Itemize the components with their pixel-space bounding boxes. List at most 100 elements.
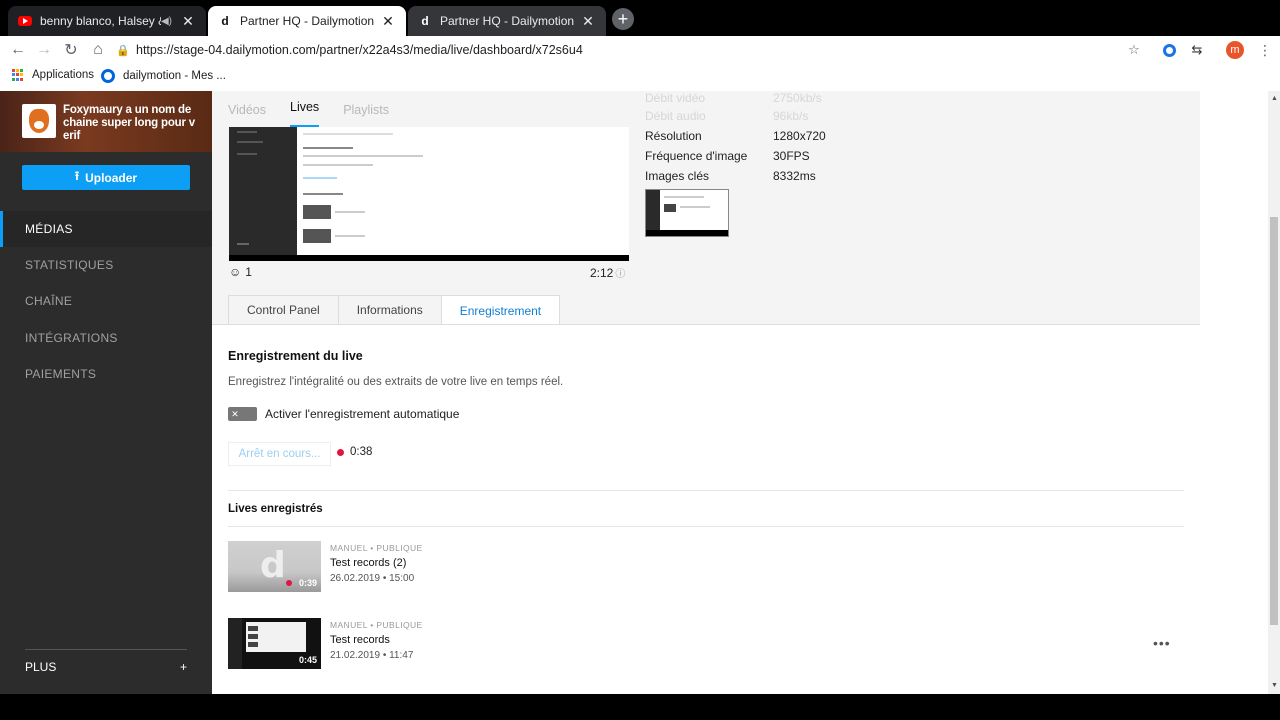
subtab-lives[interactable]: Lives [290, 91, 320, 127]
tab-title: Partner HQ - Dailymotion [240, 14, 375, 28]
recorded-date: 26.02.2019 • 15:00 [330, 573, 415, 584]
back-icon[interactable]: ← [8, 40, 28, 60]
keyframe-thumbnail [645, 189, 729, 237]
close-tab-icon[interactable]: ✕ [180, 13, 196, 30]
subtab-playlists[interactable]: Playlists [343, 91, 389, 127]
extension-arrow-icon[interactable]: ⇆ [1188, 41, 1206, 59]
close-tab-icon[interactable]: ✕ [380, 13, 396, 30]
profile-avatar[interactable]: m [1226, 41, 1244, 59]
spec-label: Débit vidéo [645, 91, 706, 105]
sidebar-item-label: STATISTIQUES [25, 258, 114, 272]
spec-value: 2750kb/s [773, 91, 822, 105]
browser-tab-partner-active[interactable]: d Partner HQ - Dailymotion ✕ [208, 6, 406, 36]
sidebar-plus[interactable]: PLUS + [25, 649, 187, 674]
upload-label: Uploader [85, 170, 138, 185]
preview-sidebar [229, 127, 297, 255]
auto-record-toggle[interactable]: ✕ [228, 407, 257, 421]
tab-informations[interactable]: Informations [337, 295, 442, 324]
bookmark-label: Applications [32, 69, 95, 81]
star-icon[interactable]: ☆ [1125, 41, 1143, 59]
help-icon[interactable]: ⓘ [615, 269, 625, 280]
channel-avatar[interactable] [22, 104, 56, 138]
thumbnail-duration: 0:39 [298, 578, 317, 588]
sidebar-item-paiements[interactable]: PAIEMENTS [0, 356, 212, 392]
tab-control-panel[interactable]: Control Panel [228, 295, 339, 324]
fox-avatar-icon [29, 109, 49, 133]
divider [228, 526, 1184, 527]
divider [228, 490, 1184, 491]
recording-description: Enregistrez l'intégralité ou des extrait… [228, 376, 564, 388]
browser-tab-youtube[interactable]: benny blanco, Halsey & Khal ◀) ✕ [8, 6, 206, 36]
list-item[interactable]: d 0:39 MANUEL • PUBLIQUE Test records (2… [228, 541, 1184, 593]
extension-circle-icon[interactable] [1160, 41, 1178, 59]
bookmark-applications[interactable]: Applications [12, 69, 94, 81]
close-tab-icon[interactable]: ✕ [580, 13, 596, 30]
scroll-up-icon[interactable]: ▲ [1271, 95, 1278, 102]
recorded-title[interactable]: Test records (2) [330, 557, 406, 569]
viewer-count: ☺ 1 [229, 265, 252, 279]
spec-label: Images clés [645, 169, 710, 183]
sidebar: Foxymaury a un nom de chaine super long … [0, 91, 212, 694]
recorded-thumbnail[interactable]: d 0:39 [228, 541, 321, 592]
bookmark-label: dailymotion - Mes ... [123, 70, 226, 82]
sidebar-item-label: MÉDIAS [25, 222, 73, 236]
dailymotion-d-icon: d [221, 14, 229, 28]
dailymotion-logo-icon: d [260, 545, 286, 586]
scroll-down-icon[interactable]: ▼ [1271, 682, 1278, 689]
more-options-icon[interactable]: ••• [1153, 635, 1171, 651]
recorded-lives-title: Lives enregistrés [228, 503, 323, 515]
home-icon[interactable]: ⌂ [88, 40, 108, 60]
browser-tab-partner[interactable]: d Partner HQ - Dailymotion ✕ [408, 6, 606, 36]
spec-label: Résolution [645, 129, 702, 143]
browser-tab-bar: benny blanco, Halsey & Khal ◀) ✕ d Partn… [0, 0, 1280, 36]
spec-value: 8332ms [773, 169, 816, 183]
auto-record-label: Activer l'enregistrement automatique [265, 407, 460, 421]
recorded-meta: MANUEL • PUBLIQUE [330, 620, 423, 630]
channel-name[interactable]: Foxymaury a un nom de chaine super long … [63, 104, 198, 143]
tab-enregistrement[interactable]: Enregistrement [440, 295, 561, 325]
url-text: https://stage-04.dailymotion.com/partner… [136, 43, 583, 57]
sidebar-item-integrations[interactable]: INTÉGRATIONS [0, 320, 212, 356]
reload-icon[interactable]: ↻ [61, 40, 81, 60]
spec-label: Fréquence d'image [645, 149, 748, 163]
new-tab-button[interactable]: + [612, 8, 634, 30]
upload-button[interactable]: ⭱ Uploader [22, 165, 190, 190]
plus-label: PLUS [25, 660, 57, 674]
scrollbar-thumb[interactable] [1270, 217, 1278, 625]
list-item[interactable]: 0:45 MANUEL • PUBLIQUE Test records 21.0… [228, 618, 1184, 670]
subtab-videos[interactable]: Vidéos [228, 91, 266, 127]
tab-title: benny blanco, Halsey & Khal [40, 14, 161, 28]
bookmark-dailymotion[interactable]: dailymotion - Mes ... [101, 69, 226, 83]
channel-header: Foxymaury a un nom de chaine super long … [0, 91, 212, 152]
page-scrollbar[interactable]: ▲ ▼ [1268, 91, 1280, 694]
spec-value: 1280x720 [773, 129, 826, 143]
sidebar-item-chaine[interactable]: CHAÎNE [0, 283, 212, 319]
upload-icon: ⭱ [74, 169, 80, 183]
live-preview-player[interactable] [229, 127, 629, 261]
recording-section-title: Enregistrement du live [228, 349, 363, 363]
preview-content [297, 127, 629, 255]
menu-kebab-icon[interactable]: ⋮ [1256, 41, 1274, 59]
speaker-icon[interactable]: ◀) [161, 16, 172, 27]
forward-icon[interactable]: → [34, 40, 54, 60]
dailymotion-d-icon: d [421, 14, 429, 28]
sidebar-item-statistiques[interactable]: STATISTIQUES [0, 247, 212, 283]
plus-icon: + [179, 660, 187, 674]
spec-value: 30FPS [773, 149, 810, 163]
sidebar-item-label: PAIEMENTS [25, 367, 97, 381]
spec-value: 96kb/s [773, 109, 809, 123]
stop-recording-button[interactable]: Arrêt en cours... [228, 442, 331, 466]
main-content: Vidéos Lives Playlists ☺ 1 2:12 ⓘ Débit … [212, 91, 1268, 694]
dailymotion-icon [101, 69, 115, 83]
sidebar-item-label: INTÉGRATIONS [25, 331, 118, 345]
recorded-thumbnail[interactable]: 0:45 [228, 618, 321, 669]
sidebar-item-medias[interactable]: MÉDIAS [0, 211, 212, 247]
media-subtabs: Vidéos Lives Playlists [228, 91, 389, 127]
recorded-meta: MANUEL • PUBLIQUE [330, 543, 423, 553]
recorded-title[interactable]: Test records [330, 634, 390, 646]
recorded-date: 21.02.2019 • 11:47 [330, 650, 414, 661]
viewer-person-icon: ☺ [229, 265, 242, 279]
lock-icon: 🔒 [116, 44, 130, 57]
thumbnail-duration: 0:45 [298, 655, 317, 665]
address-bar[interactable]: 🔒 https://stage-04.dailymotion.com/partn… [116, 39, 1154, 61]
